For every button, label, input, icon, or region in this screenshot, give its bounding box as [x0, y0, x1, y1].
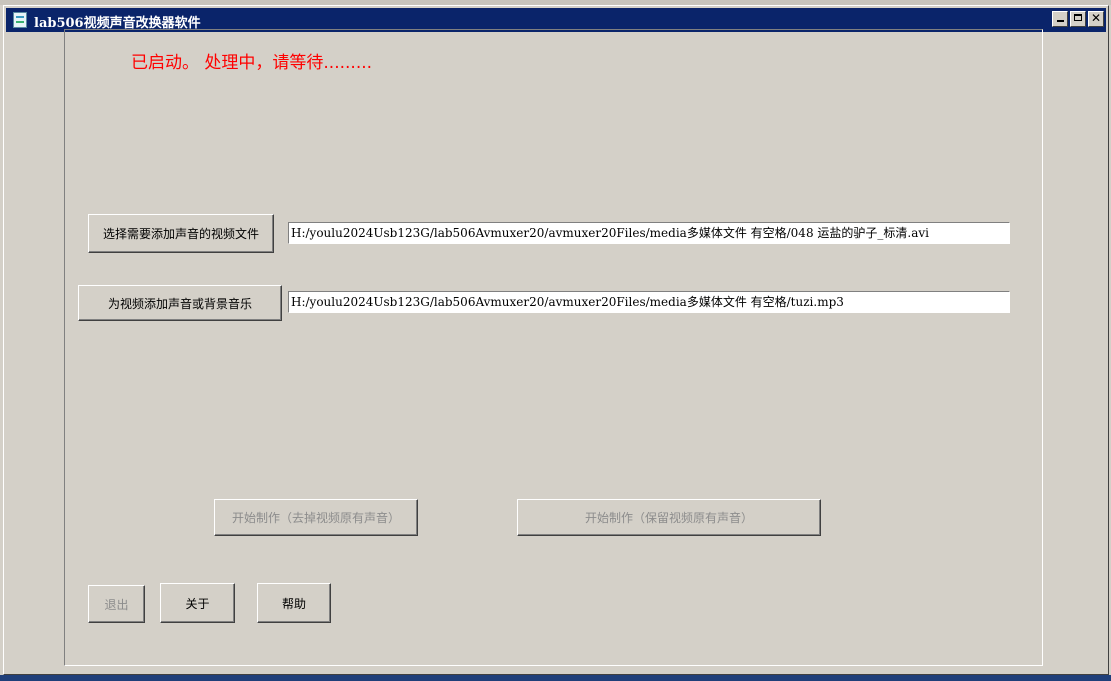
main-panel [64, 29, 1043, 666]
start-keep-audio-button[interactable]: 开始制作（保留视频原有声音） [517, 499, 821, 536]
select-video-button[interactable]: 选择需要添加声音的视频文件 [88, 214, 274, 253]
video-path-field[interactable]: H:/youlu2024Usb123G/lab506Avmuxer20/avmu… [288, 222, 1010, 244]
close-button[interactable]: ✕ [1088, 11, 1104, 27]
maximize-icon [1074, 14, 1082, 21]
minimize-icon [1056, 20, 1064, 22]
app-icon [13, 12, 27, 28]
start-remove-audio-button[interactable]: 开始制作（去掉视频原有声音） [214, 499, 418, 536]
close-icon: ✕ [1090, 11, 1102, 25]
status-text: 已启动。 处理中，请等待......... [131, 53, 373, 73]
audio-path-field[interactable]: H:/youlu2024Usb123G/lab506Avmuxer20/avmu… [288, 291, 1010, 313]
select-audio-button[interactable]: 为视频添加声音或背景音乐 [78, 285, 282, 321]
minimize-button[interactable] [1052, 11, 1068, 27]
maximize-button[interactable] [1070, 11, 1086, 27]
help-button[interactable]: 帮助 [257, 583, 331, 623]
exit-button[interactable]: 退出 [88, 585, 145, 623]
taskbar-strip [0, 675, 1111, 681]
about-button[interactable]: 关于 [160, 583, 235, 623]
